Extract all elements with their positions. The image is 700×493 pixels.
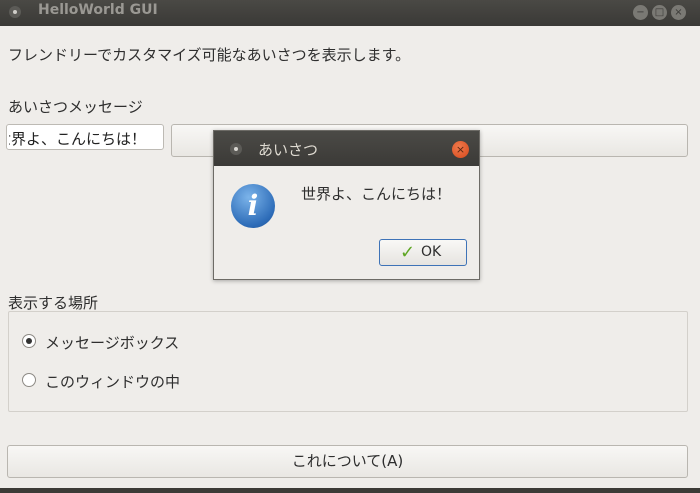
maximize-icon[interactable]: □ [652,5,667,20]
ok-button[interactable]: ✓ OK [379,239,467,266]
window-titlebar: HelloWorld GUI − □ × [0,0,700,26]
place-group [8,311,688,412]
about-button[interactable]: これについて(A) [7,445,688,478]
window-menu-icon[interactable] [9,6,21,18]
ok-label: OK [421,244,442,260]
radio-unselected-icon[interactable] [22,373,36,387]
window-title: HelloWorld GUI [38,2,158,18]
close-icon[interactable]: × [671,5,686,20]
dialog-close-icon[interactable]: × [452,141,469,158]
radio-label: メッセージボックス [45,334,180,352]
info-icon: i [231,184,275,228]
description-text: フレンドリーでカスタマイズ可能なあいさつを表示します。 [8,46,411,64]
message-input[interactable] [6,124,164,150]
greeting-dialog: あいさつ × i 世界よ、こんにちは！ ✓ OK [213,130,480,280]
radio-label: このウィンドウの中 [45,373,181,391]
dialog-title: あいさつ [258,141,319,159]
radio-selected-icon[interactable] [22,334,36,348]
bottom-edge [0,488,700,493]
dialog-menu-icon[interactable] [230,143,242,155]
dialog-message: 世界よ、こんにちは！ [301,185,452,203]
place-label: 表示する場所 [8,294,99,312]
dialog-titlebar: あいさつ × [214,131,479,166]
message-label: あいさつメッセージ [8,98,143,116]
checkmark-icon: ✓ [400,242,416,263]
minimize-icon[interactable]: − [633,5,648,20]
